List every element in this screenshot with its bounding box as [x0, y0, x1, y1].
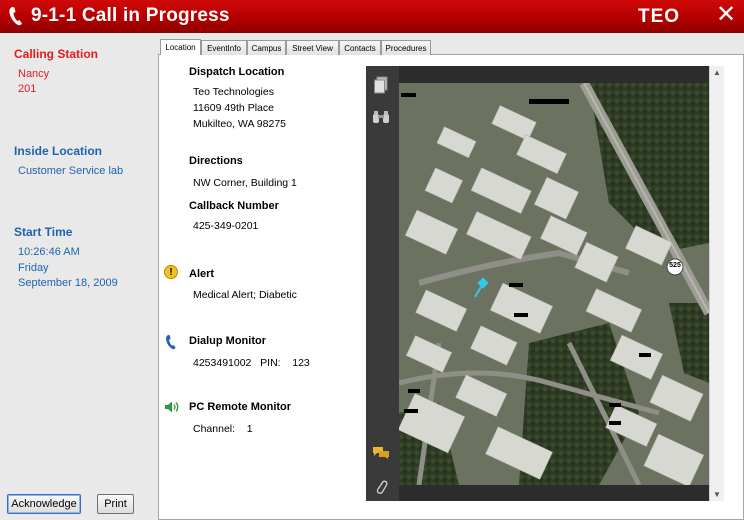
dialup-monitor-value: 4253491002 PIN: 123 [193, 357, 310, 369]
pages-icon[interactable] [373, 76, 389, 94]
start-date-value: September 18, 2009 [18, 277, 118, 289]
print-button[interactable]: Print [97, 494, 134, 514]
map-scrollbar[interactable]: ▲ ▼ [709, 66, 724, 501]
inside-location-heading: Inside Location [14, 144, 103, 158]
scroll-up-icon[interactable]: ▲ [713, 68, 721, 77]
alert-heading: Alert [189, 268, 215, 280]
directions-value: NW Corner, Building 1 [193, 177, 297, 189]
dispatch-location-heading: Dispatch Location [189, 66, 285, 78]
highway-marker-label: 525 [669, 262, 681, 269]
acknowledge-button[interactable]: Acknowledge [7, 494, 81, 514]
alert-value: Medical Alert; Diabetic [193, 289, 297, 301]
close-icon[interactable]: ✕ [716, 3, 736, 27]
start-time-heading: Start Time [14, 225, 73, 239]
dialup-phone-icon [166, 335, 176, 350]
map-toolbar [366, 66, 399, 501]
pc-remote-monitor-value: Channel: 1 [193, 423, 253, 435]
tab-contacts[interactable]: Contacts [339, 40, 381, 55]
attachment-icon[interactable] [374, 478, 388, 496]
comments-icon[interactable] [372, 446, 390, 460]
dispatch-city: Mukilteo, WA 98275 [193, 118, 286, 130]
binoculars-icon[interactable] [372, 110, 390, 124]
dispatch-company: Teo Technologies [193, 86, 274, 98]
directions-heading: Directions [189, 155, 243, 167]
callback-number-value: 425-349-0201 [193, 220, 259, 232]
dispatch-street: 11609 49th Place [193, 102, 274, 114]
tab-street-view[interactable]: Street View [286, 40, 339, 55]
title-bar: 9-1-1 Call in Progress TEO ✕ [0, 0, 744, 33]
start-time-value: 10:26:46 AM [18, 246, 80, 258]
tab-campus[interactable]: Campus [247, 40, 286, 55]
caller-name: Nancy [18, 68, 50, 80]
pc-remote-monitor-heading: PC Remote Monitor [189, 401, 292, 413]
tab-procedures[interactable]: Procedures [381, 40, 431, 55]
dialup-monitor-heading: Dialup Monitor [189, 335, 266, 347]
callback-number-heading: Callback Number [189, 200, 279, 212]
alert-icon: ! [164, 265, 178, 279]
tab-location[interactable]: Location [160, 39, 201, 55]
start-day-value: Friday [18, 262, 49, 274]
aerial-map[interactable]: 525 [399, 83, 709, 485]
aerial-map-image [399, 83, 709, 485]
phone-icon [9, 7, 22, 26]
scroll-down-icon[interactable]: ▼ [713, 490, 721, 499]
caller-extension: 201 [18, 83, 37, 95]
window-title: 9-1-1 Call in Progress [31, 5, 230, 26]
teo-logo: TEO [638, 6, 681, 27]
speaker-icon [165, 401, 179, 413]
tab-eventinfo[interactable]: EventInfo [201, 40, 247, 55]
calling-station-heading: Calling Station [14, 47, 98, 61]
inside-location-value: Customer Service lab [18, 165, 124, 177]
